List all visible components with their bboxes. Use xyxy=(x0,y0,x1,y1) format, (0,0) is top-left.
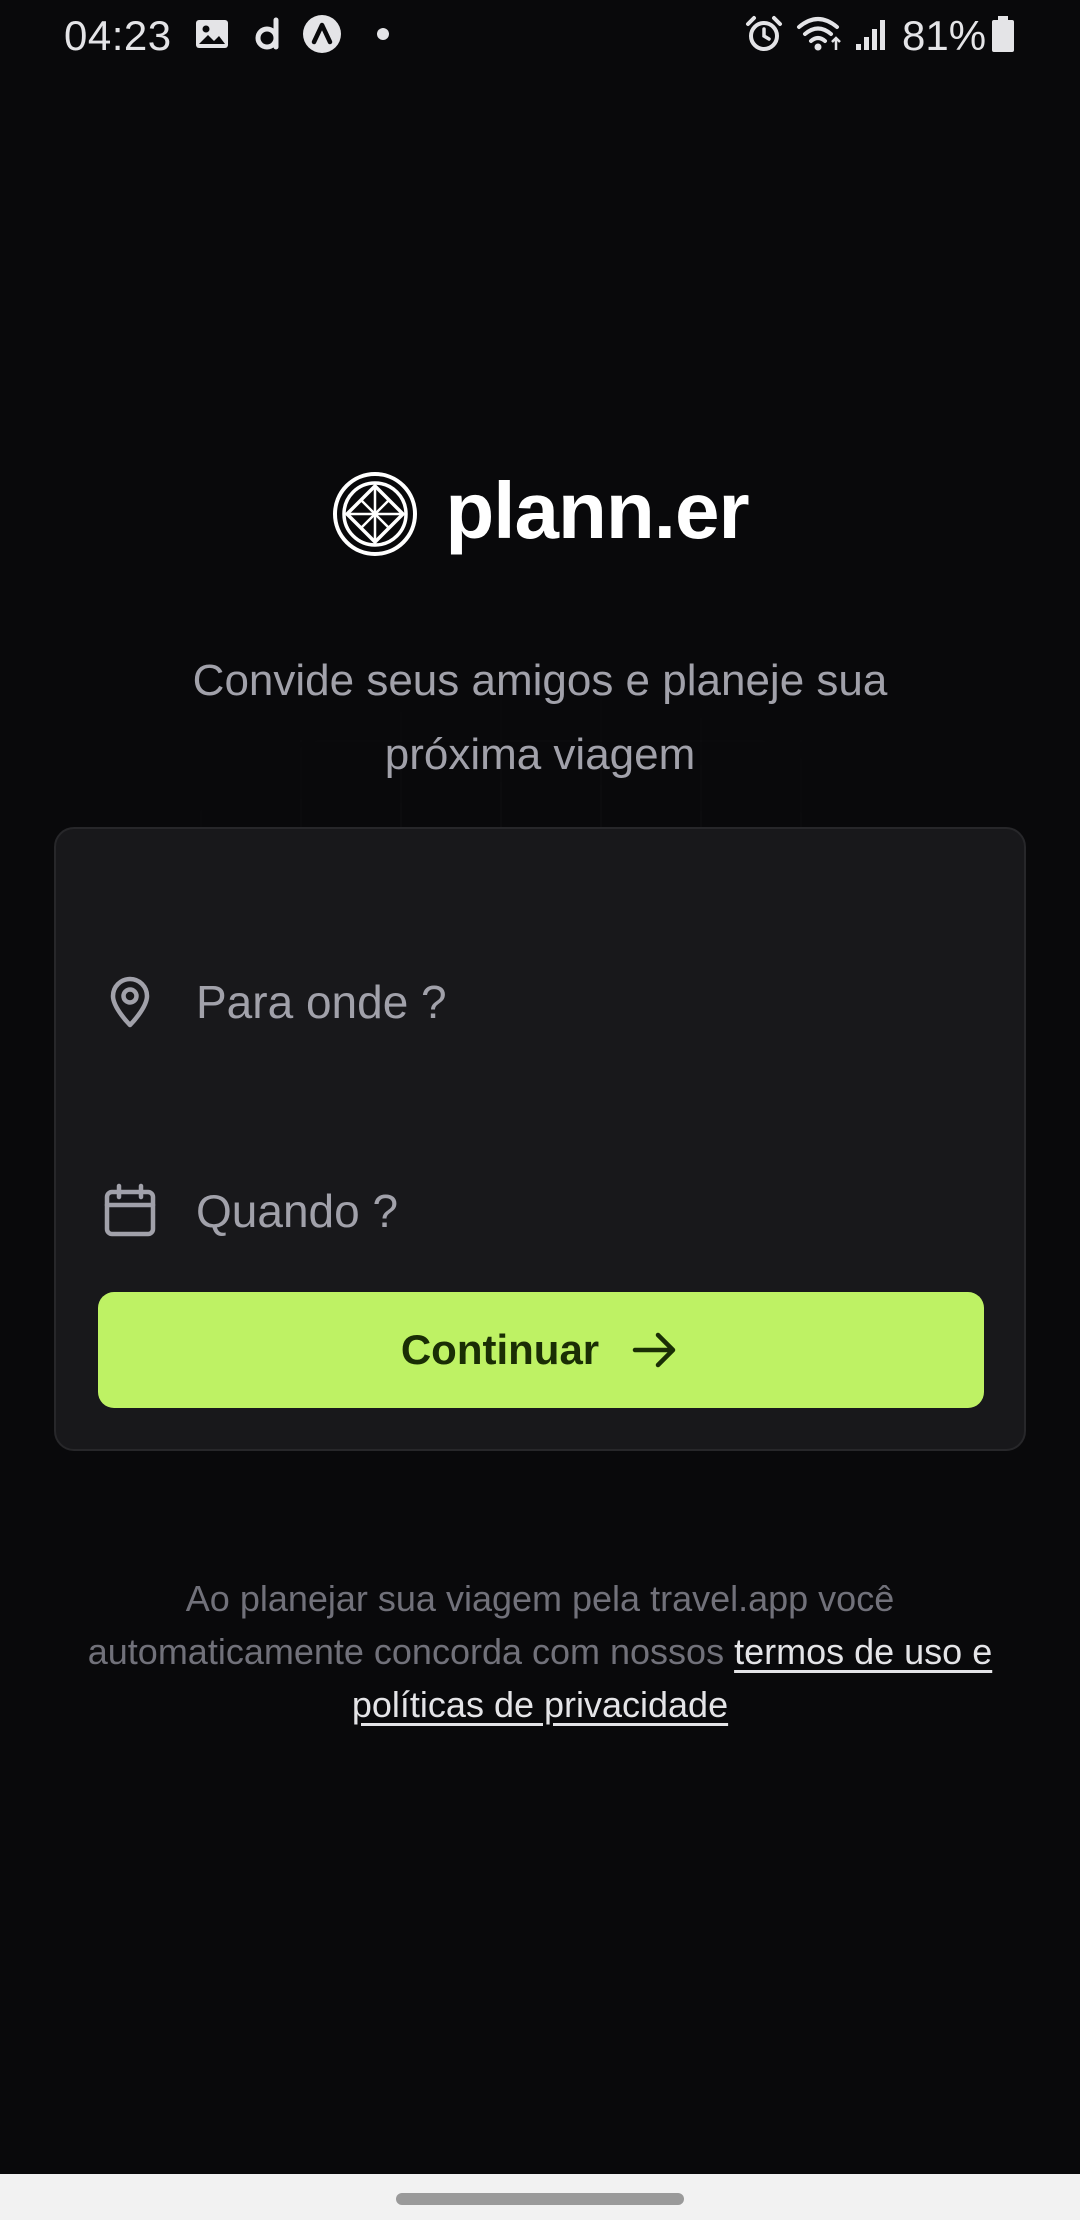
gallery-icon xyxy=(196,20,228,48)
date-input[interactable] xyxy=(196,1184,956,1238)
destination-field[interactable] xyxy=(102,957,982,1047)
map-pin-icon xyxy=(110,976,150,1028)
alarm-icon xyxy=(746,16,782,51)
dot-icon xyxy=(377,28,389,40)
app-a-icon xyxy=(303,15,341,53)
signal-icon xyxy=(856,20,885,50)
status-time: 04:23 xyxy=(64,12,172,59)
wifi-icon xyxy=(797,17,841,51)
status-bar: 04:23 81% xyxy=(0,0,1080,70)
battery-percent: 81% xyxy=(902,12,987,59)
destination-input[interactable] xyxy=(196,975,956,1029)
tagline: Convide seus amigos e planeje sua próxim… xyxy=(192,656,888,779)
app-d-icon xyxy=(255,17,279,50)
trip-form-card: Continuar xyxy=(54,827,1026,1451)
continue-button[interactable]: Continuar xyxy=(98,1292,984,1408)
home-gesture-handle[interactable] xyxy=(396,2193,684,2205)
arrow-right-icon xyxy=(632,1332,676,1368)
globe-logo-icon xyxy=(333,472,418,556)
brand-name: plann.er xyxy=(445,466,749,555)
system-nav-bar xyxy=(0,2174,1080,2220)
battery-icon xyxy=(992,16,1014,52)
continue-button-label: Continuar xyxy=(400,1326,600,1373)
terms-notice: Ao planejar sua viagem pela travel.app v… xyxy=(60,1572,1020,1731)
date-field[interactable] xyxy=(102,1166,982,1256)
brand-header: plann.er xyxy=(0,466,1080,558)
calendar-icon xyxy=(104,1183,156,1237)
